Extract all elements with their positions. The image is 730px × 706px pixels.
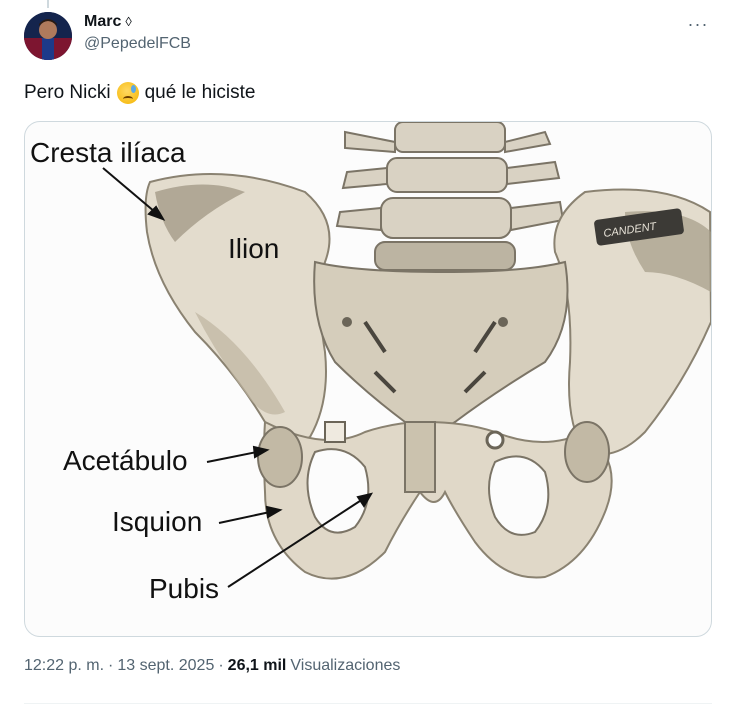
more-options-button[interactable]: ···: [684, 10, 712, 38]
label-pubis: Pubis: [149, 573, 220, 604]
author-block[interactable]: Marc ◊ @PepedelFCB: [84, 12, 191, 54]
label-isquion: Isquion: [112, 506, 203, 537]
spine-vertebrae: [335, 122, 565, 271]
tweet-text-part2: qué le hiciste: [144, 82, 256, 103]
author-name-text: Marc: [84, 13, 122, 30]
tweet-text: Pero Nicki qué le hiciste: [24, 80, 255, 106]
tweet-media-image[interactable]: CANDENT Cresta ilíaca Ilion Acetábulo Is…: [24, 121, 712, 637]
anxious-face-emoji-icon: [116, 82, 139, 104]
views-label: Visualizaciones: [290, 657, 401, 674]
divider: [24, 703, 712, 704]
more-dots-icon: ···: [687, 13, 709, 34]
author-display-name[interactable]: Marc ◊: [84, 12, 191, 32]
tweet-text-part1: Pero Nicki: [24, 82, 111, 103]
views-count: 26,1 mil: [227, 657, 287, 674]
sacrum: [313, 260, 569, 433]
thread-connector-line: [47, 0, 49, 8]
meta-separator: ·: [108, 657, 114, 674]
avatar[interactable]: [24, 12, 72, 60]
diamond-badge-icon: ◊: [125, 14, 132, 29]
label-ilion: Ilion: [228, 233, 280, 264]
author-handle[interactable]: @PepedelFCB: [84, 34, 191, 54]
label-cresta-iliaca: Cresta ilíaca: [30, 137, 186, 168]
tweet-metadata: 12:22 p. m. · 13 sept. 2025 · 26,1 mil V…: [24, 657, 400, 675]
avatar-image: [24, 12, 72, 60]
tweet-date-link[interactable]: 13 sept. 2025: [117, 657, 214, 675]
tweet-time-link[interactable]: 12:22 p. m.: [24, 657, 104, 675]
pelvis-illustration: CANDENT: [102, 122, 711, 588]
meta-separator-2: ·: [218, 657, 224, 674]
label-acetabulo: Acetábulo: [63, 445, 188, 476]
